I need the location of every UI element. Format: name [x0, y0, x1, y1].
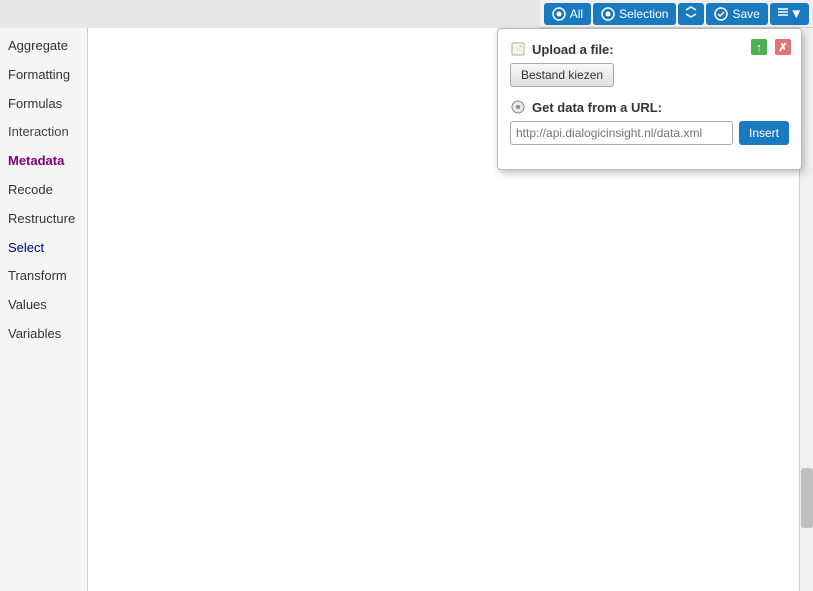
svg-text:📄: 📄 — [513, 44, 523, 54]
svg-text:✗: ✗ — [778, 42, 787, 54]
sidebar-item-formulas[interactable]: Formulas — [0, 90, 87, 119]
save-icon — [714, 7, 728, 21]
upload-section: 📄 Upload a file: Bestand kiezen — [510, 41, 789, 87]
more-button[interactable]: ▼ — [770, 3, 809, 25]
upload-icon: 📄 — [510, 41, 526, 57]
svg-text:↑: ↑ — [756, 42, 762, 54]
scrollbar-thumb[interactable] — [801, 468, 813, 528]
file-choose-button[interactable]: Bestand kiezen — [510, 63, 614, 87]
save-label: Save — [732, 7, 759, 21]
toolbar: All Selection Save ▼ — [540, 0, 813, 28]
insert-button[interactable]: Insert — [739, 121, 789, 145]
selection-button[interactable]: Selection — [593, 3, 676, 25]
all-button[interactable]: All — [544, 3, 591, 25]
sidebar-item-formatting[interactable]: Formatting — [0, 61, 87, 90]
popup-icon-2[interactable]: ✗ — [773, 37, 793, 57]
selection-label: Selection — [619, 7, 668, 21]
all-label: All — [570, 7, 583, 21]
url-title-text: Get data from a URL: — [532, 100, 662, 115]
sidebar-item-values[interactable]: Values — [0, 291, 87, 320]
sidebar-item-transform[interactable]: Transform — [0, 262, 87, 291]
selection-icon — [601, 7, 615, 21]
sidebar-item-aggregate[interactable]: Aggregate — [0, 32, 87, 61]
save-button[interactable]: Save — [706, 3, 767, 25]
popup-top-icons: ↑ ✗ — [749, 37, 793, 57]
more-icon — [776, 5, 790, 22]
url-input-row: Insert — [510, 121, 789, 145]
popup-icon-1[interactable]: ↑ — [749, 37, 769, 57]
data-source-popup: ↑ ✗ 📄 Upload a file: Bestand kiezen — [497, 28, 802, 170]
all-icon — [552, 7, 566, 21]
expand-button[interactable] — [678, 3, 704, 25]
sidebar-item-variables[interactable]: Variables — [0, 320, 87, 349]
sidebar-item-interaction[interactable]: Interaction — [0, 118, 87, 147]
chevron-down-icon: ▼ — [790, 6, 803, 21]
url-icon — [510, 99, 526, 115]
upload-section-title: 📄 Upload a file: — [510, 41, 789, 57]
expand-icon — [684, 5, 698, 22]
sidebar: Aggregate Formatting Formulas Interactio… — [0, 28, 88, 591]
url-section-title: Get data from a URL: — [510, 99, 789, 115]
url-input[interactable] — [510, 121, 733, 145]
sidebar-item-select[interactable]: Select — [0, 234, 87, 263]
sidebar-item-restructure[interactable]: Restructure — [0, 205, 87, 234]
url-section: Get data from a URL: Insert — [510, 99, 789, 145]
sidebar-item-metadata[interactable]: Metadata — [0, 147, 87, 176]
upload-title-text: Upload a file: — [532, 42, 614, 57]
sidebar-item-recode[interactable]: Recode — [0, 176, 87, 205]
